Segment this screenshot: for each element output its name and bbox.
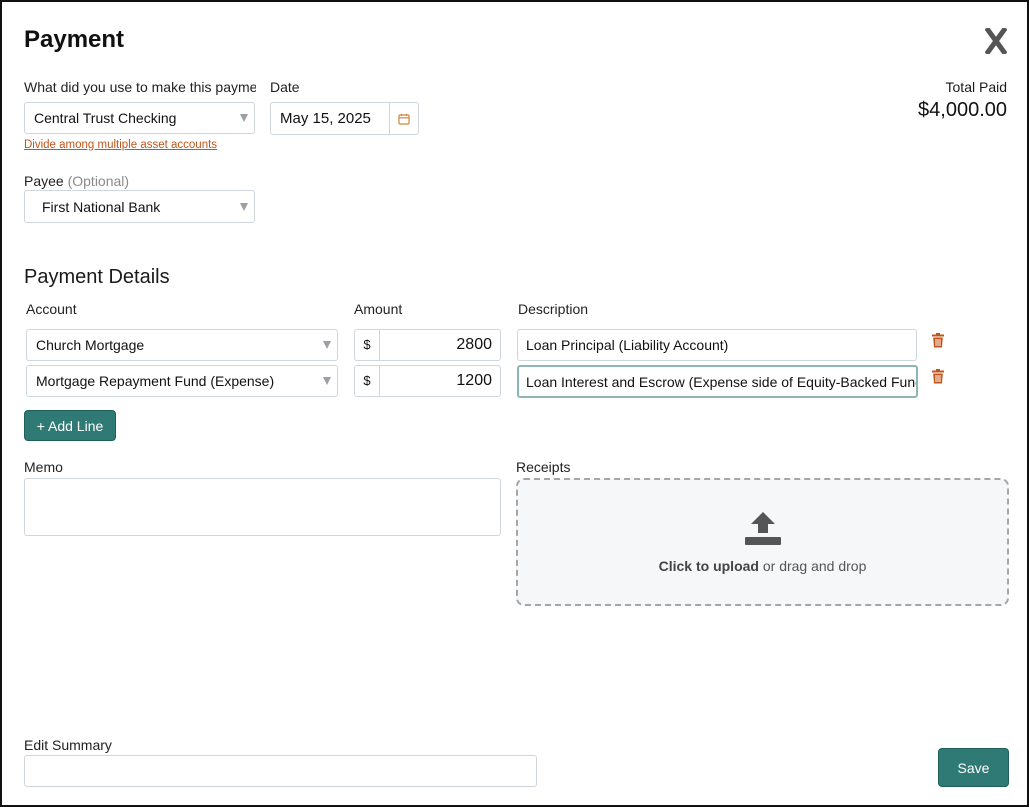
line-1-amount-input[interactable]: $ 2800 <box>354 329 501 361</box>
divide-accounts-link[interactable]: Divide among multiple asset accounts <box>24 139 217 151</box>
line-1-delete-button[interactable] <box>931 333 947 349</box>
line-2-amount-input[interactable]: $ 1200 <box>354 365 501 397</box>
line-2-delete-button[interactable] <box>931 369 947 385</box>
close-icon <box>985 28 1007 54</box>
currency-symbol: $ <box>355 366 380 396</box>
memo-textarea[interactable] <box>24 478 501 536</box>
click-to-upload-text[interactable]: Click to upload <box>659 558 759 574</box>
chevron-down-icon <box>240 114 248 122</box>
receipts-dropzone[interactable]: Click to upload or drag and drop <box>516 478 1009 606</box>
save-button[interactable]: Save <box>938 748 1009 787</box>
payee-label: Payee (Optional) <box>24 173 129 189</box>
line-2-description-value: Loan Interest and Escrow (Expense side o… <box>526 373 918 390</box>
line-2-account-select[interactable]: Mortgage Repayment Fund (Expense) <box>26 365 338 397</box>
edit-summary-label: Edit Summary <box>24 737 112 753</box>
payment-source-label: What did you use to make this payme... <box>24 79 256 95</box>
column-amount: Amount <box>354 301 403 317</box>
drag-drop-text: or drag and drop <box>758 558 867 574</box>
payment-details-title: Payment Details <box>24 266 170 288</box>
payment-source-select[interactable]: Central Trust Checking <box>24 102 255 134</box>
chevron-down-icon <box>323 341 331 349</box>
line-2-description-input[interactable]: Loan Interest and Escrow (Expense side o… <box>517 365 918 398</box>
line-2-amount-value: 1200 <box>456 372 492 389</box>
memo-label: Memo <box>24 459 63 475</box>
chevron-down-icon <box>323 377 331 385</box>
line-1-description-value: Loan Principal (Liability Account) <box>526 337 729 353</box>
line-1-account-value: Church Mortgage <box>36 337 145 353</box>
date-input[interactable]: May 15, 2025 <box>270 102 419 135</box>
chevron-down-icon <box>240 202 248 211</box>
trash-icon <box>932 333 944 348</box>
payee-select[interactable]: First National Bank <box>24 190 255 223</box>
total-paid-label: Total Paid <box>945 79 1007 95</box>
date-label: Date <box>270 79 300 95</box>
line-1-description-input[interactable]: Loan Principal (Liability Account) <box>517 329 917 361</box>
total-paid-value: $4,000.00 <box>918 99 1007 121</box>
line-1-account-select[interactable]: Church Mortgage <box>26 329 338 361</box>
dialog-title: Payment <box>24 26 125 53</box>
edit-summary-input[interactable] <box>24 755 537 787</box>
payee-optional-hint: (Optional) <box>67 173 130 189</box>
line-2-account-value: Mortgage Repayment Fund (Expense) <box>36 373 275 389</box>
date-value: May 15, 2025 <box>280 110 371 127</box>
close-button[interactable] <box>980 24 1012 58</box>
currency-symbol: $ <box>355 330 380 360</box>
payment-source-value: Central Trust Checking <box>34 110 177 126</box>
receipts-label: Receipts <box>516 459 571 475</box>
column-account: Account <box>26 301 77 317</box>
payment-dialog: Payment What did you use to make this pa… <box>0 0 1029 807</box>
upload-icon <box>744 512 781 545</box>
line-1-amount-value: 2800 <box>456 336 492 353</box>
payee-label-text: Payee <box>24 173 64 189</box>
column-description: Description <box>518 301 589 317</box>
date-picker-button[interactable] <box>389 103 418 134</box>
upload-instructions: Click to upload or drag and drop <box>659 558 867 574</box>
add-line-button[interactable]: + Add Line <box>24 410 116 441</box>
payee-value: First National Bank <box>42 198 161 215</box>
trash-icon <box>932 369 944 384</box>
calendar-icon <box>398 113 410 125</box>
